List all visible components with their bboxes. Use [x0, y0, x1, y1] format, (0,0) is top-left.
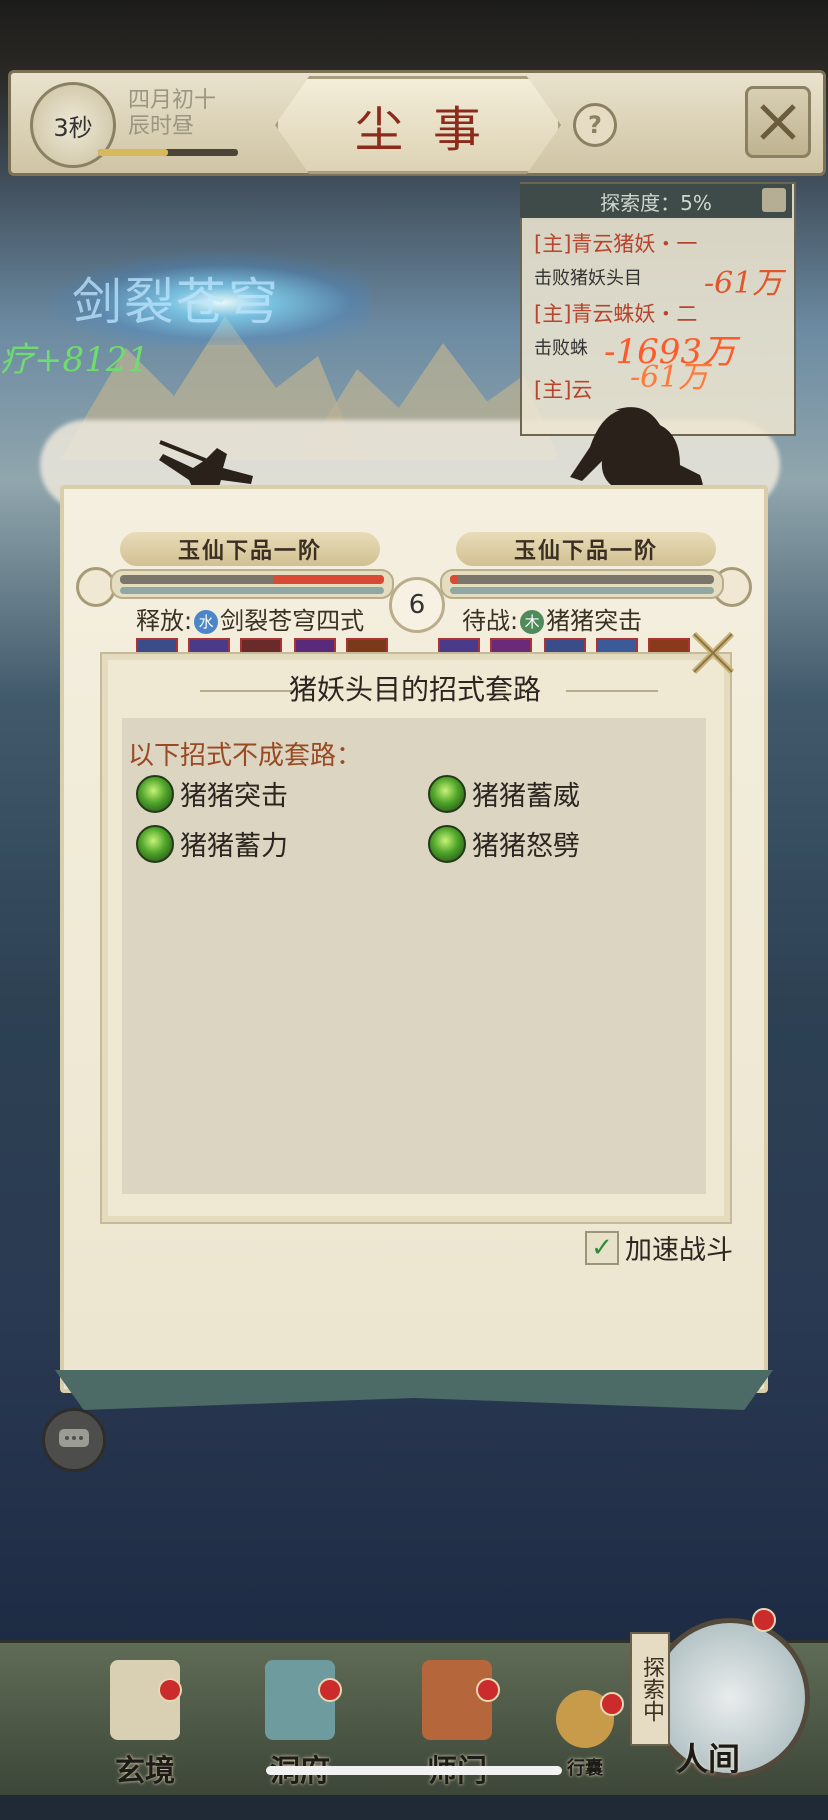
- damage-number: -61万: [630, 360, 709, 395]
- help-icon: ?: [588, 111, 602, 139]
- notification-dot: [752, 1608, 776, 1632]
- move-name: 猪猪蓄力: [180, 831, 288, 862]
- enemy-rank: 玉仙下品一阶: [456, 532, 716, 566]
- pig-charge-power-icon: [136, 824, 174, 863]
- wood-element-icon: 木: [520, 610, 545, 634]
- damage-number: -61万: [704, 266, 783, 301]
- move-item[interactable]: 猪猪蓄力: [136, 824, 288, 863]
- speed-battle-toggle[interactable]: ✓ 加速战斗: [585, 1228, 733, 1267]
- nav-label: 玄境: [115, 1754, 175, 1789]
- pig-rage-slash-icon: [428, 824, 466, 863]
- nav-xuanjing[interactable]: 玄境: [90, 1660, 200, 1790]
- time-of-day: 辰时昼: [128, 114, 195, 139]
- notification-dot: [600, 1692, 624, 1716]
- enemy-hp-bar: [450, 575, 714, 584]
- action-label: 释放:: [136, 607, 193, 635]
- pig-intimidate-icon: [428, 774, 466, 813]
- action-label: 待战:: [462, 607, 519, 635]
- enemy-skill-name: 猪猪突击: [546, 607, 643, 635]
- player-hp-bar: [120, 575, 384, 584]
- exploration-label: 探索度：5%: [600, 190, 712, 215]
- notification-dot: [476, 1678, 500, 1702]
- chevron-down-icon[interactable]: [762, 188, 786, 212]
- skill-effect-text: 剑裂苍穹: [72, 273, 280, 331]
- world-label: 人间: [676, 1740, 741, 1778]
- enemy-action: 待战: 木猪猪突击: [462, 601, 642, 636]
- player-skill-name: 剑裂苍穹四式: [220, 607, 365, 635]
- chat-bubble-icon: [59, 1429, 89, 1447]
- player-rank: 玉仙下品一阶: [120, 532, 380, 566]
- heal-number: 疗+8121: [0, 340, 150, 380]
- exploring-status-tag: 探索中: [630, 1632, 670, 1746]
- move-item[interactable]: 猪猪蓄威: [428, 774, 580, 813]
- quest-title: [主]青云猪妖・一: [534, 232, 698, 256]
- home-indicator[interactable]: [266, 1766, 562, 1775]
- move-name: 猪猪怒劈: [472, 831, 580, 862]
- move-item[interactable]: 猪猪突击: [136, 774, 288, 813]
- close-button[interactable]: [745, 86, 811, 158]
- exploration-progress[interactable]: 探索度：5%: [520, 184, 792, 218]
- game-date: 四月初十 辰时昼: [128, 88, 216, 140]
- notification-dot: [318, 1678, 342, 1702]
- move-name: 猪猪蓄威: [472, 781, 580, 812]
- date-line: 四月初十: [128, 88, 217, 113]
- water-element-icon: 水: [194, 610, 219, 634]
- player-action: 释放: 水剑裂苍穹四式: [136, 601, 364, 636]
- checkmark-icon[interactable]: ✓: [585, 1230, 619, 1265]
- time-progress-bar: [98, 149, 238, 156]
- dialog-close-button[interactable]: [688, 628, 738, 678]
- round-counter: 6: [389, 577, 445, 633]
- page-title-plate: 尘事: [275, 76, 561, 174]
- move-name: 猪猪突击: [180, 781, 288, 812]
- move-list-heading: 以下招式不成套路：: [128, 741, 363, 771]
- dialog-title: 猪妖头目的招式套路: [288, 673, 541, 706]
- page-title: 尘事: [354, 102, 511, 158]
- speed-battle-label: 加速战斗: [625, 1235, 733, 1266]
- player-mp-bar: [120, 587, 384, 594]
- enemy-mp-bar: [450, 587, 714, 594]
- help-button[interactable]: ?: [573, 103, 617, 147]
- crossed-swords-close-icon: [760, 104, 796, 140]
- notification-dot: [158, 1678, 182, 1702]
- player-status-bars: [110, 569, 394, 599]
- pig-charge-icon: [136, 774, 174, 813]
- move-item[interactable]: 猪猪怒劈: [428, 824, 580, 863]
- enemy-status-bars: [440, 569, 724, 599]
- chat-button[interactable]: [42, 1408, 106, 1472]
